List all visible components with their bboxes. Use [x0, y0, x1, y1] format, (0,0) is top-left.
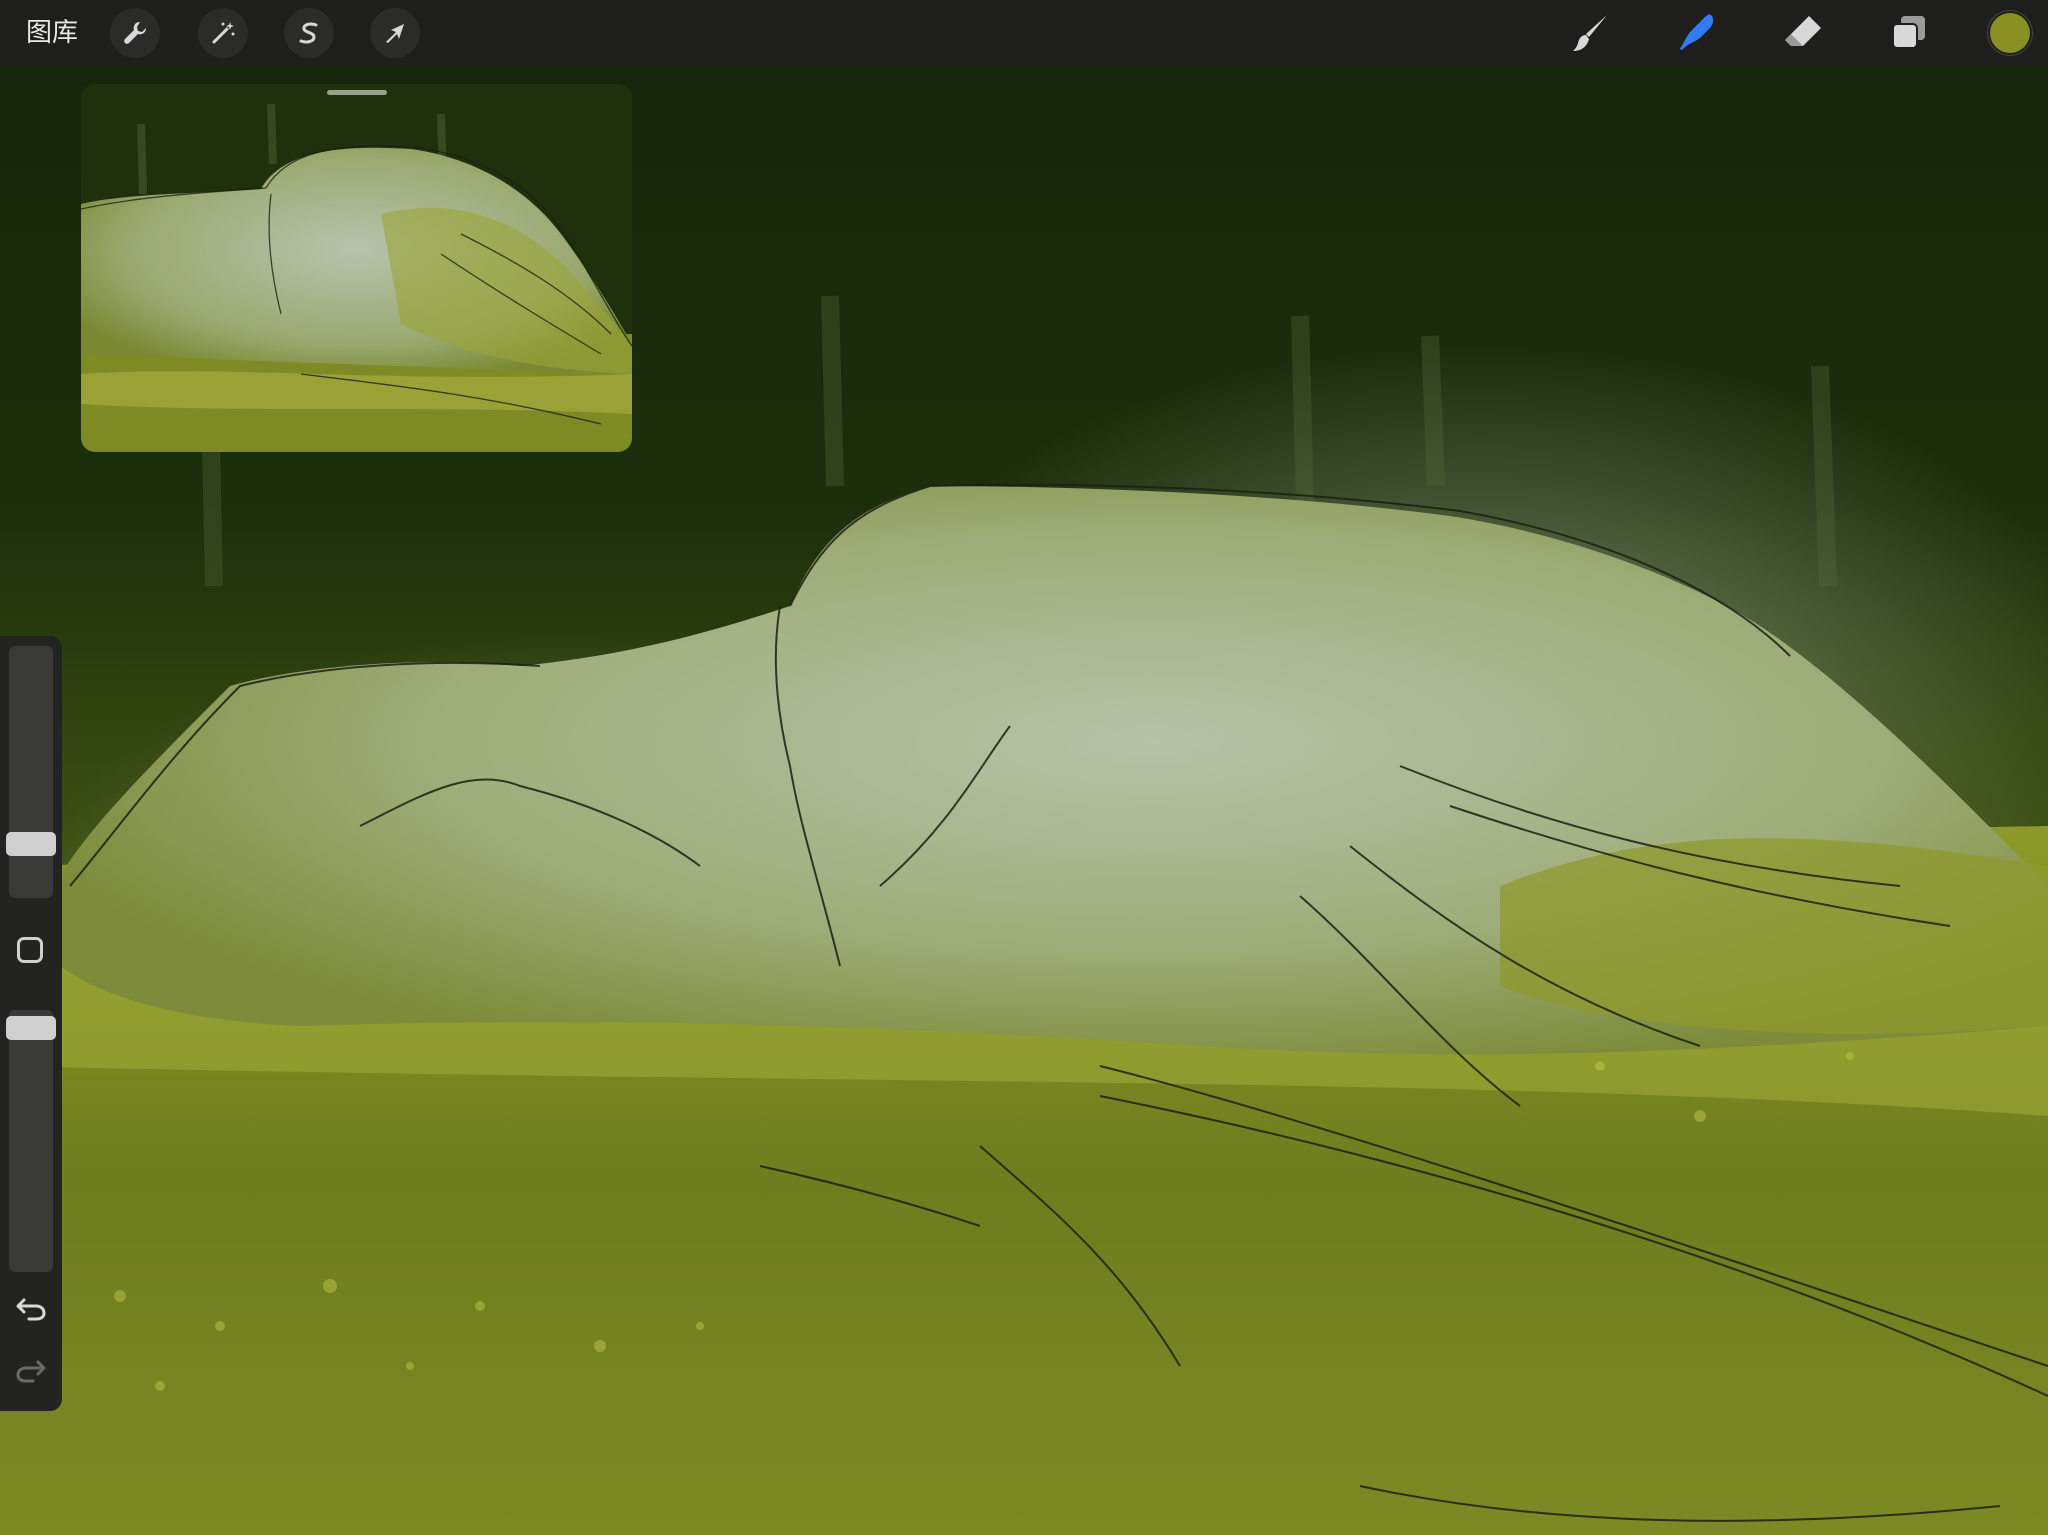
- adjustments-button[interactable]: [198, 8, 248, 58]
- brush-tool-button[interactable]: [1564, 8, 1618, 58]
- arrow-cursor-icon: [386, 24, 404, 43]
- top-toolbar: 图库: [0, 0, 2048, 66]
- smudge-tool-button[interactable]: [1670, 8, 1724, 58]
- selection-s-icon: [299, 22, 318, 44]
- reference-thumbnail: [81, 84, 632, 452]
- modify-button[interactable]: [17, 937, 43, 963]
- redo-icon[interactable]: [14, 1352, 48, 1386]
- layers-button[interactable]: [1882, 8, 1936, 58]
- wrench-icon: [124, 21, 147, 44]
- smudge-finger-icon: [1680, 14, 1714, 50]
- undo-icon[interactable]: [14, 1290, 48, 1324]
- eraser-icon: [1785, 16, 1821, 46]
- eraser-tool-button[interactable]: [1776, 8, 1830, 58]
- gallery-button[interactable]: 图库: [26, 15, 78, 51]
- actions-button[interactable]: [110, 8, 160, 58]
- opacity-slider[interactable]: [6, 1010, 56, 1272]
- transform-button[interactable]: [370, 8, 420, 58]
- brush-size-thumb[interactable]: [6, 832, 56, 856]
- reference-drag-handle[interactable]: [327, 90, 387, 95]
- magic-wand-icon: [212, 22, 235, 44]
- opacity-thumb[interactable]: [6, 1016, 56, 1040]
- selection-button[interactable]: [284, 8, 334, 58]
- color-picker-button[interactable]: [1990, 13, 2030, 53]
- brush-size-slider[interactable]: [6, 646, 56, 898]
- layers-icon: [1892, 16, 1925, 49]
- brush-sidebar: [0, 636, 62, 1411]
- reference-window[interactable]: [81, 84, 632, 452]
- brush-icon: [1573, 15, 1607, 51]
